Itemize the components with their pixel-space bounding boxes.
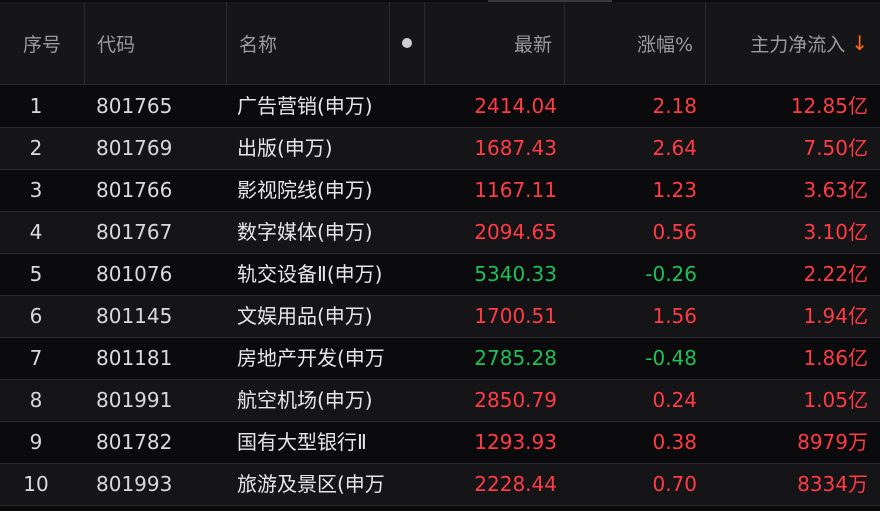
row-change: -0.48: [645, 346, 697, 370]
table-row[interactable]: 8 801991 航空机场(申万) 2850.79 0.24 1.05亿: [0, 380, 880, 422]
row-net-inflow: 12.85亿: [790, 94, 868, 118]
header-code[interactable]: 代码: [85, 2, 227, 84]
row-last: 2785.28: [474, 346, 557, 370]
table-row[interactable]: 10 801993 旅游及景区(申万) 2228.44 0.70 8334万: [0, 464, 880, 506]
row-last: 1700.51: [474, 304, 557, 328]
row-last: 2228.44: [474, 472, 557, 496]
table-row[interactable]: 4 801767 数字媒体(申万) 2094.65 0.56 3.10亿: [0, 212, 880, 254]
row-index: 7: [29, 346, 43, 370]
row-code: 801993: [96, 472, 173, 496]
row-last: 5340.33: [474, 262, 557, 286]
table-row[interactable]: 7 801181 房地产开发(申万) 2785.28 -0.48 1.86亿: [0, 338, 880, 380]
row-index: 4: [29, 220, 43, 244]
row-code: 801991: [96, 388, 173, 412]
table-row[interactable]: 6 801145 文娱用品(申万) 1700.51 1.56 1.94亿: [0, 296, 880, 338]
sort-desc-icon: ↓: [851, 31, 868, 55]
row-name: 旅游及景区(申万): [237, 472, 385, 496]
row-name: 文娱用品(申万): [237, 304, 373, 328]
row-net-inflow: 1.94亿: [803, 304, 868, 328]
row-name: 航空机场(申万): [237, 388, 373, 412]
row-change: 1.23: [652, 178, 697, 202]
row-name: 数字媒体(申万): [237, 220, 373, 244]
row-change: 0.38: [652, 430, 697, 454]
row-net-inflow: 3.10亿: [803, 220, 868, 244]
row-last: 2414.04: [474, 94, 557, 118]
row-last: 1687.43: [474, 136, 557, 160]
row-index: 2: [29, 136, 43, 160]
header-change[interactable]: 涨幅%: [565, 2, 706, 84]
dot-icon: [402, 38, 412, 48]
header-last[interactable]: 最新: [425, 2, 565, 84]
row-change: 0.56: [652, 220, 697, 244]
row-name: 轨交设备Ⅱ(申万): [237, 262, 383, 286]
row-change: 0.70: [652, 472, 697, 496]
row-change: 0.24: [652, 388, 697, 412]
table-row[interactable]: 5 801076 轨交设备Ⅱ(申万) 5340.33 -0.26 2.22亿: [0, 254, 880, 296]
table-row[interactable]: 9 801782 国有大型银行Ⅱ 1293.93 0.38 8979万: [0, 422, 880, 464]
table-row[interactable]: 2 801769 出版(申万) 1687.43 2.64 7.50亿: [0, 128, 880, 170]
row-index: 3: [29, 178, 43, 202]
row-net-inflow: 2.22亿: [803, 262, 868, 286]
row-code: 801181: [96, 346, 173, 370]
row-change: 2.18: [652, 94, 697, 118]
sector-fund-flow-table: 序号 代码 名称 最新 涨幅% 主力净流入 ↓ 1 801765 广告营销(申万) 2…: [0, 0, 880, 511]
header-main-net-inflow-label: 主力净流入: [750, 33, 846, 56]
row-last: 2850.79: [474, 388, 557, 412]
row-net-inflow: 1.05亿: [803, 388, 868, 412]
row-name: 国有大型银行Ⅱ: [237, 430, 367, 454]
row-name: 房地产开发(申万): [237, 346, 385, 370]
header-marker[interactable]: [390, 2, 425, 84]
row-net-inflow: 3.63亿: [803, 178, 868, 202]
row-index: 1: [29, 94, 43, 118]
header-name[interactable]: 名称: [227, 2, 390, 84]
row-last: 2094.65: [474, 220, 557, 244]
row-code: 801769: [96, 136, 173, 160]
row-name: 影视院线(申万): [237, 178, 373, 202]
row-code: 801782: [96, 430, 173, 454]
row-code: 801145: [96, 304, 173, 328]
row-code: 801076: [96, 262, 173, 286]
header-main-net-inflow[interactable]: 主力净流入 ↓: [706, 2, 880, 84]
header-index[interactable]: 序号: [0, 2, 85, 84]
row-code: 801767: [96, 220, 173, 244]
table-row[interactable]: 3 801766 影视院线(申万) 1167.11 1.23 3.63亿: [0, 170, 880, 212]
row-change: 1.56: [652, 304, 697, 328]
row-net-inflow: 7.50亿: [803, 136, 868, 160]
row-net-inflow: 8334万: [797, 472, 868, 496]
row-last: 1293.93: [474, 430, 557, 454]
row-code: 801766: [96, 178, 173, 202]
row-index: 8: [29, 388, 43, 412]
row-last: 1167.11: [474, 178, 557, 202]
row-index: 6: [29, 304, 43, 328]
row-net-inflow: 8979万: [797, 430, 868, 454]
row-change: -0.26: [645, 262, 697, 286]
row-change: 2.64: [652, 136, 697, 160]
table-row[interactable]: 1 801765 广告营销(申万) 2414.04 2.18 12.85亿: [0, 86, 880, 128]
row-name: 出版(申万): [237, 136, 333, 160]
row-index: 10: [23, 472, 49, 496]
row-index: 5: [29, 262, 43, 286]
row-index: 9: [29, 430, 43, 454]
row-name: 广告营销(申万): [237, 94, 373, 118]
row-code: 801765: [96, 94, 173, 118]
row-net-inflow: 1.86亿: [803, 346, 868, 370]
table-header: 序号 代码 名称 最新 涨幅% 主力净流入 ↓: [0, 2, 880, 85]
